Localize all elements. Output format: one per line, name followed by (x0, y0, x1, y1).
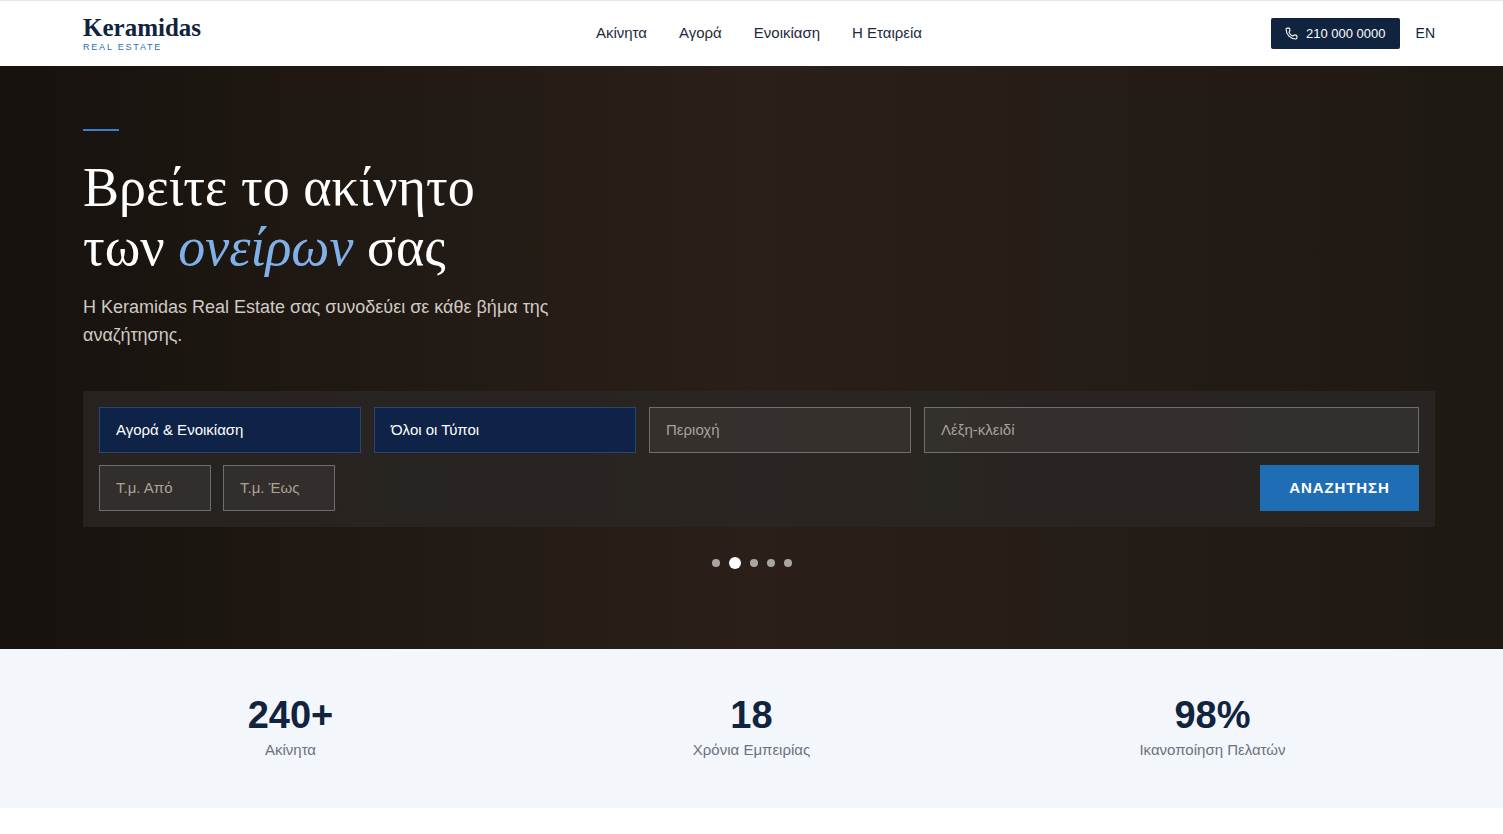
hero-subtitle: Η Keramidas Real Estate σας συνοδεύει σε… (83, 293, 603, 349)
accent-line (83, 129, 119, 131)
stat: 98%Ικανοποίηση Πελατών (982, 693, 1443, 808)
nav-link[interactable]: Ακίνητα (596, 22, 647, 45)
hero: Βρείτε το ακίνητοτων ονείρων σας Η Kerami… (0, 66, 1503, 649)
nav-link[interactable]: Η Εταιρεία (852, 22, 922, 45)
search-select[interactable]: Αγορά & Ενοικίαση (99, 407, 361, 453)
search-input[interactable] (924, 407, 1419, 453)
page: KeramidasREAL ESTATEΑκίνητα Αγορά Ενοικίασ… (0, 0, 1503, 834)
stats-band: 240+Ακίνητα18Χρόνια Εμπειρίας98%Ικανοποί… (0, 649, 1503, 808)
phone-button[interactable]: 210 000 0000 (1271, 18, 1400, 49)
search-input[interactable] (649, 407, 911, 453)
slide-dot[interactable] (767, 559, 775, 567)
slide-dot[interactable] (712, 559, 720, 567)
main-nav: Ακίνητα Αγορά Ενοικίαση Η Εταιρεία (596, 22, 922, 45)
search-input[interactable] (223, 465, 335, 511)
search-select[interactable]: Όλοι οι Τύποι (374, 407, 636, 453)
hero-heading: Βρείτε το ακίνητοτων ονείρων σας (83, 157, 1420, 277)
language-switch[interactable]: EN (1416, 23, 1435, 44)
header: KeramidasREAL ESTATEΑκίνητα Αγορά Ενοικίασ… (0, 0, 1503, 66)
stat: 240+Ακίνητα (60, 693, 521, 808)
search-button[interactable]: ΑΝΑΖΗΤΗΣΗ (1260, 465, 1419, 511)
nav-link[interactable]: Ενοικίαση (754, 22, 820, 45)
search-panel: Αγορά & Ενοικίαση Όλοι οι Τύποι ΑΝΑΖΗΤΗΣΗ (83, 391, 1435, 527)
slide-dots (0, 557, 1503, 569)
slide-dot[interactable] (784, 559, 792, 567)
slide-dot[interactable] (729, 557, 741, 569)
stat: 18Χρόνια Εμπειρίας (521, 693, 982, 808)
slide-dot[interactable] (750, 559, 758, 567)
search-input[interactable] (99, 465, 211, 511)
phone-icon (1285, 27, 1298, 40)
logo[interactable]: KeramidasREAL ESTATE (83, 15, 596, 52)
nav-link[interactable]: Αγορά (679, 22, 722, 45)
